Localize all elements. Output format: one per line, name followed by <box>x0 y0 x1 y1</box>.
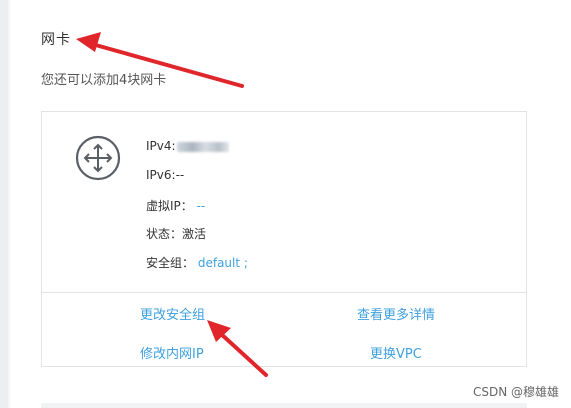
virtual-ip-label: 虚拟IP： <box>146 199 193 213</box>
card-divider <box>41 292 527 293</box>
status-value: 激活 <box>182 227 207 241</box>
virtual-ip-row: 虚拟IP： -- <box>146 197 205 214</box>
security-group-label: 安全组： <box>146 256 195 270</box>
security-group-row: 安全组： default ; <box>146 254 248 271</box>
modify-private-ip-button[interactable]: 修改内网IP <box>140 343 204 362</box>
change-vpc-button[interactable]: 更换VPC <box>370 343 422 362</box>
ipv4-value-redacted <box>176 141 229 152</box>
status-row: 状态：激活 <box>146 225 206 242</box>
next-card-edge <box>41 403 527 408</box>
status-label: 状态： <box>146 227 183 241</box>
watermark: CSDN @穆雄雄 <box>472 385 559 399</box>
network-interface-icon <box>75 135 121 181</box>
ipv6-label: IPv6: <box>146 168 176 182</box>
section-title: 网卡 <box>41 32 71 48</box>
ipv4-row: IPv4: <box>146 139 229 153</box>
ipv6-value: -- <box>175 168 185 182</box>
view-more-details-button[interactable]: 查看更多详情 <box>357 304 435 323</box>
change-security-group-button[interactable]: 更改安全组 <box>140 304 205 323</box>
left-strip <box>0 0 8 408</box>
section-description: 您还可以添加4块网卡 <box>41 73 167 88</box>
ipv4-label: IPv4: <box>146 139 176 153</box>
virtual-ip-value[interactable]: -- <box>197 199 206 213</box>
ipv6-row: IPv6:-- <box>146 168 184 182</box>
security-group-link[interactable]: default ; <box>198 256 248 270</box>
